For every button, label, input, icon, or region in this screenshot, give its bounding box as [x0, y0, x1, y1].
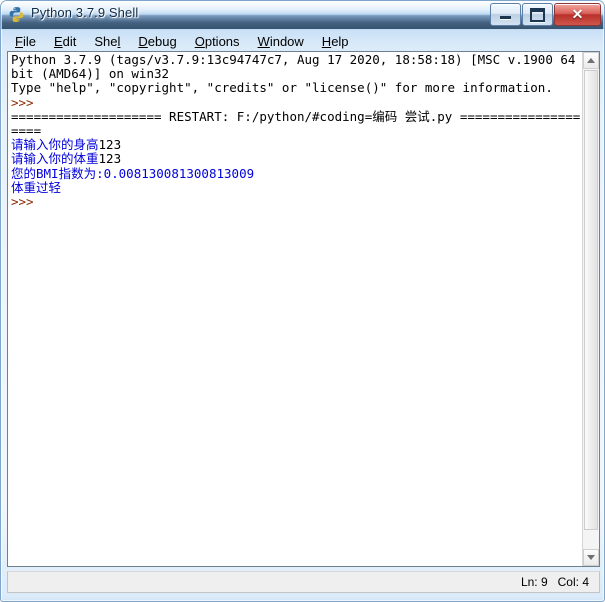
console-text-blue: 您的BMI指数为:0.008130081300813009 — [11, 165, 255, 181]
console-line: 请输入你的体重123 — [11, 152, 582, 166]
maximize-button[interactable] — [522, 3, 553, 26]
vertical-scrollbar[interactable] — [582, 52, 599, 566]
console-text-black: ==================== RESTART: F:/python/… — [11, 108, 581, 139]
python-logo-icon — [9, 7, 24, 22]
console-text-prompt: >>> — [11, 94, 42, 110]
close-icon: ✕ — [571, 6, 584, 22]
menu-item-options[interactable]: Options — [187, 33, 248, 51]
close-button[interactable]: ✕ — [554, 3, 601, 26]
console-text-black: Type "help", "copyright", "credits" or "… — [11, 80, 553, 96]
title-bar[interactable]: Python 3.7.9 Shell ✕ — [1, 1, 604, 29]
console-text-black: 123 — [98, 151, 122, 167]
window-title: Python 3.7.9 Shell — [31, 5, 139, 20]
console-line: 您的BMI指数为:0.008130081300813009 — [11, 165, 582, 181]
shell-text-area[interactable]: Python 3.7.9 (tags/v3.7.9:13c94747c7, Au… — [7, 51, 600, 567]
idle-shell-window: Python 3.7.9 Shell ✕ File Edit Shel Debug Op… — [0, 0, 605, 602]
console-line: >>> — [11, 94, 582, 110]
console-text-black: 123 — [98, 137, 122, 153]
scrollbar-thumb[interactable] — [584, 70, 598, 530]
maximize-icon — [523, 4, 552, 25]
scroll-down-button[interactable] — [583, 549, 599, 566]
scroll-up-button[interactable] — [583, 52, 599, 69]
console-text-blue: 请输入你的身高 — [11, 137, 99, 153]
status-column-indicator: Col: 4 — [557, 575, 589, 589]
console-line: ==================== RESTART: F:/python/… — [11, 108, 582, 139]
console-line: 请输入你的身高123 — [11, 138, 582, 152]
console-text-black: Python 3.7.9 (tags/v3.7.9:13c94747c7, Au… — [11, 52, 576, 82]
window-controls: ✕ — [489, 3, 601, 26]
console-text-prompt: >>> — [11, 194, 42, 210]
minimize-icon — [491, 4, 520, 25]
scrollbar-track[interactable] — [583, 69, 599, 549]
console-output[interactable]: Python 3.7.9 (tags/v3.7.9:13c94747c7, Au… — [8, 52, 582, 566]
menu-item-file[interactable]: File — [7, 33, 44, 51]
minimize-button[interactable] — [490, 3, 521, 26]
console-line: 体重过轻 — [11, 179, 582, 195]
console-text-blue: 请输入你的体重 — [11, 151, 99, 167]
menu-bar: File Edit Shel Debug Options Window Help — [7, 32, 599, 51]
console-line: Python 3.7.9 (tags/v3.7.9:13c94747c7, Au… — [11, 52, 582, 82]
status-bar: Ln: 9 Col: 4 — [7, 571, 600, 593]
menu-item-shell[interactable]: Shel — [86, 33, 128, 51]
menu-item-help[interactable]: Help — [314, 33, 357, 51]
scroll-up-arrow-icon — [587, 58, 595, 63]
menu-item-debug[interactable]: Debug — [130, 33, 184, 51]
menu-item-window[interactable]: Window — [250, 33, 312, 51]
console-line: Type "help", "copyright", "credits" or "… — [11, 81, 582, 95]
menu-item-edit[interactable]: Edit — [46, 33, 84, 51]
console-line: >>> — [11, 194, 582, 210]
scroll-down-arrow-icon — [587, 555, 595, 560]
status-line-indicator: Ln: 9 — [520, 575, 548, 589]
console-text-blue: 体重过轻 — [11, 179, 62, 195]
